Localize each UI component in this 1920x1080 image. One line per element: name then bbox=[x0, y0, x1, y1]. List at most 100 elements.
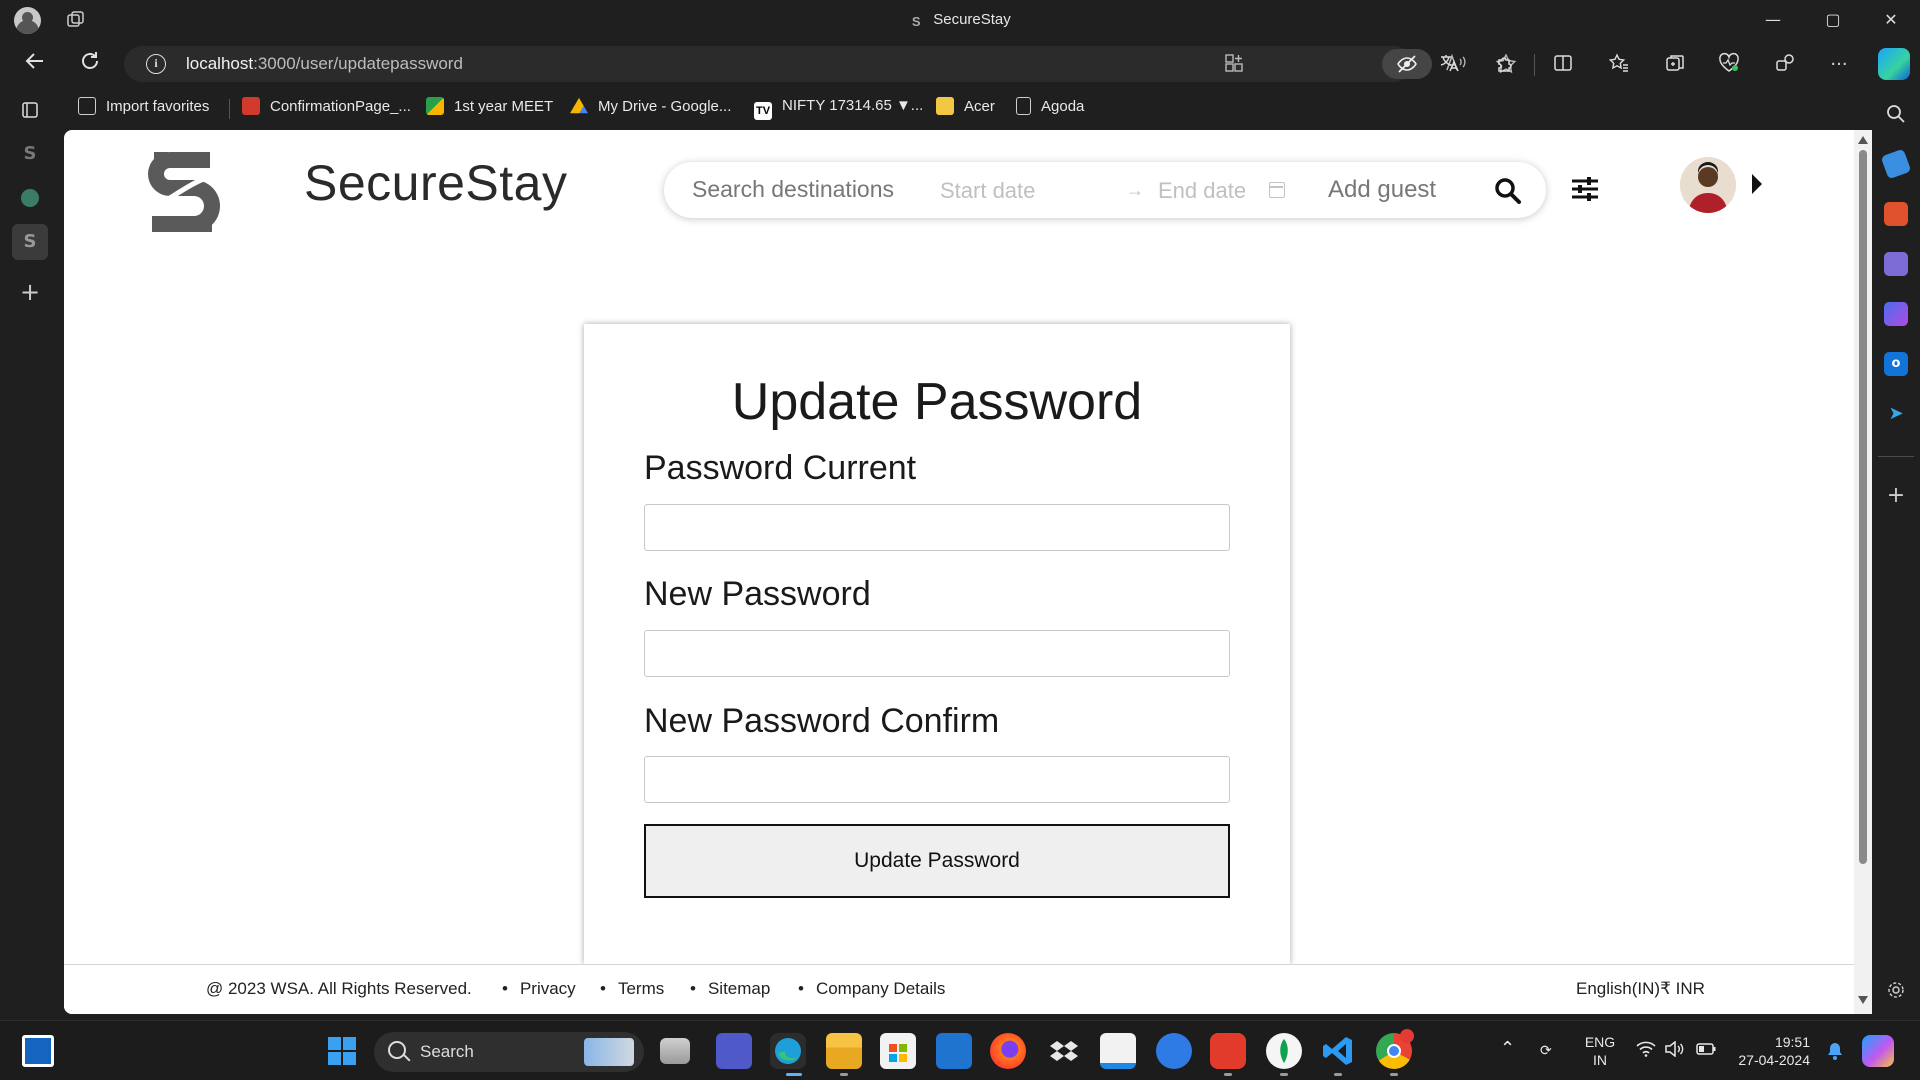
sync-app-icon[interactable] bbox=[1156, 1033, 1192, 1069]
filter-sliders-icon[interactable] bbox=[1570, 174, 1600, 204]
tray-overflow-chevron-icon[interactable]: ⌃ bbox=[1500, 1039, 1515, 1057]
sidebar-office-icon[interactable] bbox=[1884, 302, 1908, 326]
tab-actions-icon[interactable] bbox=[12, 92, 48, 128]
favorite-import[interactable]: Import favorites bbox=[78, 97, 209, 119]
region-code: IN bbox=[1593, 1052, 1607, 1068]
tab-securestay-1[interactable]: S bbox=[12, 136, 48, 172]
windows-start-icon[interactable] bbox=[324, 1033, 360, 1069]
tab-chatgpt[interactable] bbox=[12, 180, 48, 216]
sidebar-send-icon[interactable]: ➤ bbox=[1884, 402, 1908, 426]
notifications-bell-icon[interactable] bbox=[1826, 1041, 1844, 1065]
extensions-icon[interactable] bbox=[1492, 52, 1518, 78]
microsoft-store-icon[interactable] bbox=[880, 1033, 916, 1069]
split-screen-icon[interactable] bbox=[1550, 52, 1576, 78]
favorite-acer-folder[interactable]: Acer bbox=[936, 97, 995, 119]
task-view-icon[interactable] bbox=[660, 1038, 690, 1064]
calendar-icon[interactable] bbox=[1269, 182, 1285, 198]
scrollbar-thumb[interactable] bbox=[1859, 150, 1867, 864]
battery-icon[interactable] bbox=[1696, 1042, 1716, 1060]
sidebar-games-icon[interactable] bbox=[1884, 252, 1908, 276]
sidebar-shopping-icon[interactable] bbox=[1880, 148, 1912, 180]
firefox-icon[interactable] bbox=[990, 1033, 1026, 1069]
page-scrollbar[interactable] bbox=[1854, 130, 1872, 1014]
amazon-icon[interactable] bbox=[1100, 1033, 1136, 1069]
confirm-password-input[interactable] bbox=[644, 756, 1230, 803]
back-button[interactable] bbox=[20, 50, 50, 78]
chrome-icon[interactable] bbox=[1376, 1029, 1414, 1069]
page-viewport: SecureStay Start date → End date Add gue… bbox=[64, 130, 1872, 1014]
sidebar-tools-icon[interactable] bbox=[1884, 202, 1908, 226]
current-password-label: Password Current bbox=[644, 449, 917, 487]
brand-name[interactable]: SecureStay bbox=[304, 154, 567, 212]
copilot-icon[interactable] bbox=[1878, 48, 1910, 80]
clock[interactable]: 19:51 27-04-2024 bbox=[1730, 1033, 1810, 1069]
edge-sidebar: o ➤ + bbox=[1872, 88, 1920, 1018]
input-language[interactable]: ENG IN bbox=[1578, 1033, 1622, 1069]
footer-link-privacy[interactable]: Privacy bbox=[502, 979, 576, 999]
securestay-logo-icon[interactable] bbox=[140, 144, 224, 240]
scroll-up-icon[interactable] bbox=[1858, 136, 1868, 144]
site-info-icon[interactable]: i bbox=[146, 54, 166, 74]
language-currency-selector[interactable]: English(IN)₹ INR bbox=[1576, 979, 1705, 999]
favorite-label: Acer bbox=[964, 98, 995, 115]
start-date-field[interactable]: Start date bbox=[940, 178, 1035, 204]
favorite-confirmation[interactable]: ConfirmationPage_... bbox=[242, 97, 411, 119]
toolbar-divider bbox=[1534, 54, 1535, 76]
widgets-icon[interactable] bbox=[22, 1035, 54, 1067]
wifi-icon[interactable] bbox=[1636, 1041, 1656, 1061]
title-bar: S SecureStay — ▢ ✕ bbox=[0, 0, 1920, 40]
favorites-icon[interactable] bbox=[1606, 52, 1632, 78]
sidebar-search-icon[interactable] bbox=[1884, 102, 1908, 126]
destination-search-input[interactable] bbox=[692, 176, 952, 203]
current-password-input[interactable] bbox=[644, 504, 1230, 551]
dropbox-icon[interactable] bbox=[1046, 1033, 1082, 1069]
sync-status-icon[interactable]: ⟳ bbox=[1540, 1041, 1552, 1059]
footer-link-sitemap[interactable]: Sitemap bbox=[690, 979, 770, 999]
end-date-field[interactable]: End date bbox=[1158, 178, 1246, 204]
favorite-meet[interactable]: 1st year MEET bbox=[426, 97, 553, 119]
close-window-button[interactable]: ✕ bbox=[1868, 4, 1914, 36]
edge-taskbar-button[interactable] bbox=[770, 1033, 806, 1069]
footer-link-terms[interactable]: Terms bbox=[600, 979, 664, 999]
profile-menu-caret-icon[interactable] bbox=[1752, 174, 1762, 194]
translate-icon[interactable] bbox=[1436, 52, 1462, 78]
mongodb-compass-icon[interactable] bbox=[1266, 1033, 1302, 1069]
file-explorer-icon[interactable] bbox=[826, 1033, 862, 1069]
copilot-taskbar-icon[interactable] bbox=[1862, 1035, 1894, 1067]
favorite-drive[interactable]: My Drive - Google... bbox=[570, 97, 731, 119]
tracking-prevention-icon[interactable] bbox=[1382, 49, 1432, 79]
favorite-agoda[interactable]: Agoda bbox=[1016, 97, 1084, 119]
refresh-button[interactable] bbox=[75, 50, 105, 78]
taskbar-search-box[interactable]: Search bbox=[374, 1032, 644, 1072]
minimize-button[interactable]: — bbox=[1750, 4, 1796, 36]
tab-securestay-active[interactable]: S bbox=[12, 224, 48, 260]
collections-icon[interactable] bbox=[1662, 52, 1688, 78]
user-avatar[interactable] bbox=[1680, 157, 1736, 213]
maximize-button[interactable]: ▢ bbox=[1810, 4, 1856, 36]
volume-icon[interactable] bbox=[1664, 1040, 1684, 1061]
browser-essentials-icon[interactable] bbox=[1716, 52, 1742, 78]
add-guest-field[interactable]: Add guest bbox=[1328, 176, 1436, 204]
scroll-down-icon[interactable] bbox=[1858, 996, 1868, 1004]
app-available-icon[interactable] bbox=[1222, 53, 1246, 75]
favorite-nifty[interactable]: TV NIFTY 17314.65 ▼... bbox=[754, 97, 924, 120]
tab-favicon-icon: S bbox=[911, 14, 921, 29]
url-text[interactable]: localhost:3000/user/updatepassword bbox=[186, 54, 463, 74]
search-icon[interactable] bbox=[1494, 177, 1521, 204]
teams-icon[interactable] bbox=[716, 1033, 752, 1069]
wps-running-indicator bbox=[1224, 1073, 1232, 1076]
performance-icon[interactable] bbox=[1772, 52, 1798, 78]
mail-icon[interactable] bbox=[936, 1033, 972, 1069]
update-password-button[interactable]: Update Password bbox=[644, 824, 1230, 898]
sidebar-outlook-icon[interactable]: o bbox=[1884, 352, 1908, 376]
favorite-label: NIFTY 17314.65 ▼... bbox=[782, 97, 924, 114]
new-password-input[interactable] bbox=[644, 630, 1230, 677]
vscode-icon[interactable] bbox=[1320, 1033, 1356, 1069]
sidebar-settings-icon[interactable] bbox=[1884, 978, 1908, 1002]
new-tab-button[interactable]: + bbox=[12, 274, 48, 310]
footer-link-company-details[interactable]: Company Details bbox=[798, 979, 945, 999]
more-menu-icon[interactable]: ··· bbox=[1826, 52, 1852, 78]
wps-office-icon[interactable] bbox=[1210, 1033, 1246, 1069]
sidebar-add-icon[interactable]: + bbox=[1884, 484, 1908, 508]
address-bar[interactable]: i localhost:3000/user/updatepassword bbox=[124, 46, 1517, 82]
